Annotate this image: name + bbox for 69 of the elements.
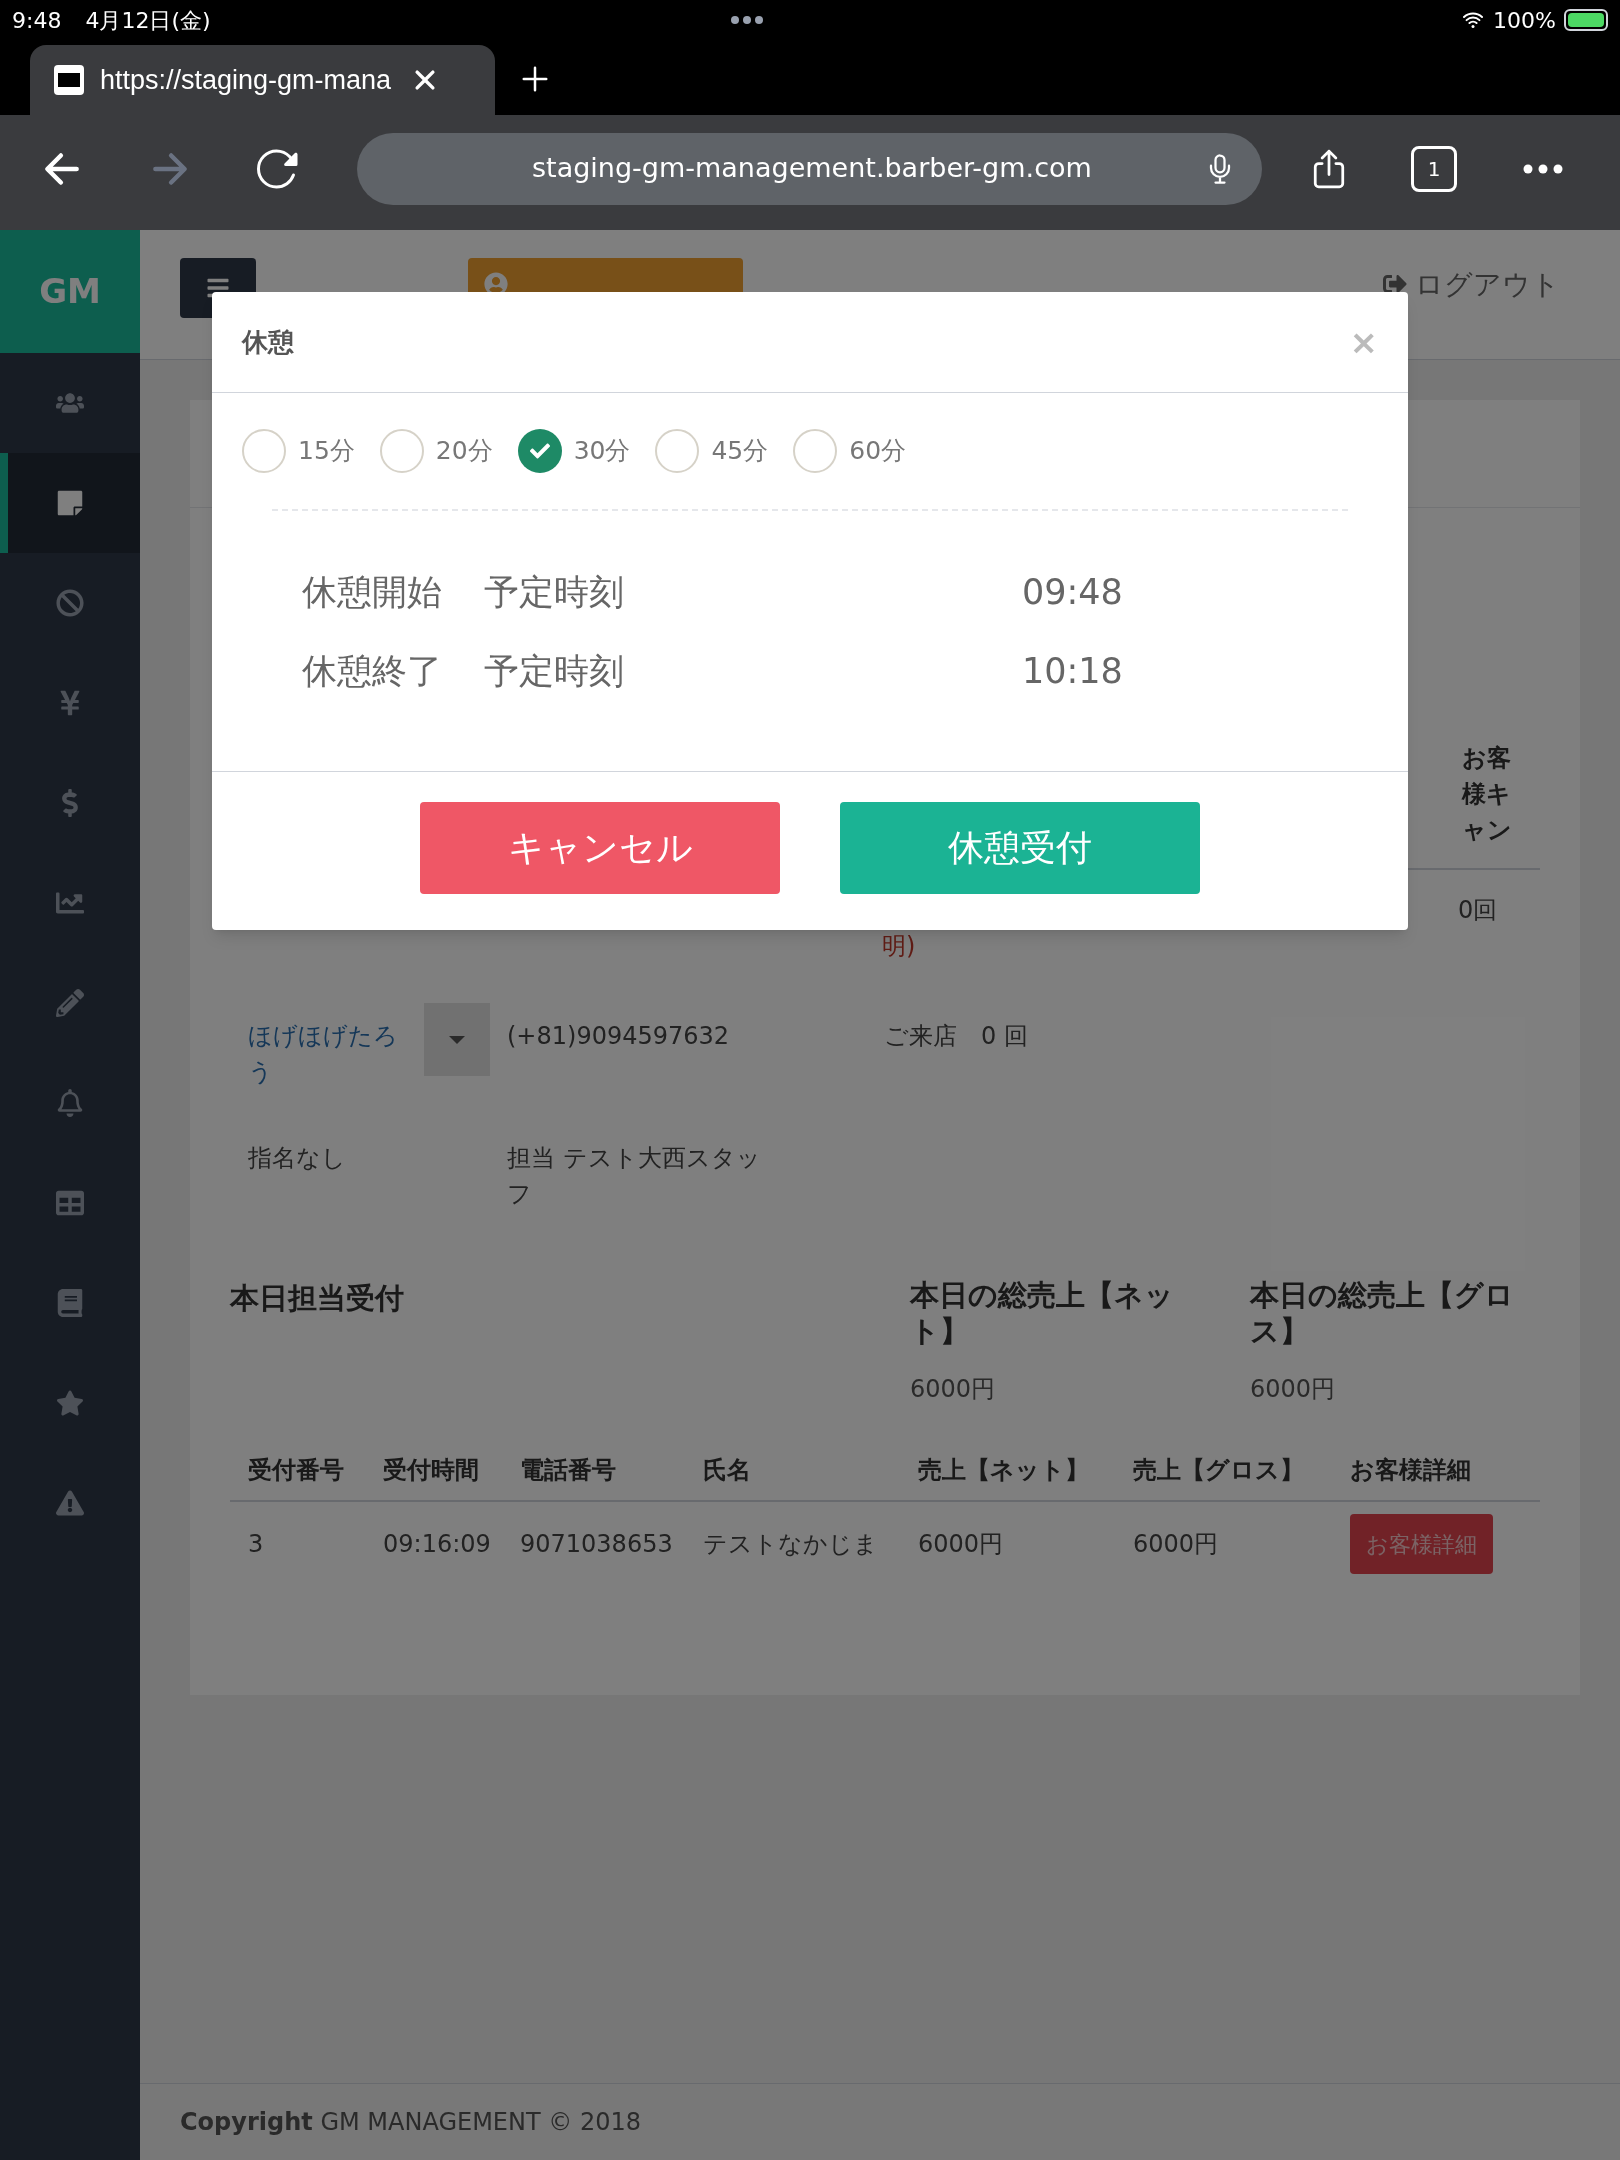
- browser-tab[interactable]: https://staging-gm-mana: [30, 45, 495, 115]
- tab-count-button[interactable]: 1: [1411, 145, 1457, 192]
- nomination-text: 指名なし: [248, 1143, 347, 1174]
- time-value: 09:48: [1022, 570, 1123, 614]
- visit-count: ご来店 0 回: [884, 1021, 1028, 1052]
- table-cell-text: 9071038653: [520, 1529, 674, 1560]
- table-cell-text: 3: [248, 1529, 265, 1560]
- radio-option[interactable]: 30分: [517, 429, 631, 473]
- time-label: 休憩開始: [302, 570, 443, 614]
- confirm-break-button[interactable]: 休憩受付: [840, 802, 1200, 894]
- column-header: お客様キャン: [1462, 743, 1513, 846]
- column-header: 売上【グロス】: [1133, 1455, 1305, 1486]
- bell-icon: [56, 1089, 84, 1117]
- time-sublabel: 予定時刻: [484, 649, 625, 693]
- radio-option[interactable]: 60分: [793, 429, 907, 473]
- time-value: 10:18: [1022, 649, 1123, 693]
- logout-link[interactable]: ログアウト: [1415, 264, 1560, 306]
- radio-option[interactable]: 15分: [242, 429, 355, 473]
- time-label: 休憩終了: [302, 649, 443, 693]
- dots-icon: [730, 16, 763, 24]
- column-header: 電話番号: [520, 1455, 617, 1486]
- radio-button[interactable]: [242, 429, 286, 473]
- table-cell-text: 0回: [1458, 895, 1499, 926]
- check-icon: [529, 441, 550, 461]
- table-cell-text: 6000円: [918, 1529, 1005, 1560]
- section-title: 本日担当受付: [230, 1280, 405, 1317]
- status-time: 9:48: [12, 6, 62, 35]
- site-favicon-icon: [54, 65, 84, 95]
- dialog-title: 休憩: [242, 325, 295, 359]
- book-icon: [56, 1289, 84, 1317]
- battery-icon: [1564, 9, 1608, 31]
- net-sales-value: 6000円: [910, 1374, 997, 1405]
- time-sublabel: 予定時刻: [484, 570, 625, 614]
- column-header: 売上【ネット】: [918, 1455, 1090, 1486]
- ban-icon: [56, 589, 84, 617]
- radio-button[interactable]: [655, 429, 700, 473]
- star-icon: [56, 1389, 84, 1417]
- gross-sales-value: 6000円: [1250, 1374, 1337, 1405]
- table-cell-text: 6000円: [1133, 1529, 1220, 1560]
- staff-text: 担当 テスト大西スタッフ: [507, 1143, 762, 1210]
- column-header: 受付番号: [248, 1455, 345, 1486]
- warning-icon: [56, 1489, 84, 1517]
- address-bar[interactable]: staging-gm-management.barber-gm.com: [357, 132, 1262, 205]
- table-cell-text: テストなかじま: [703, 1529, 879, 1560]
- radio-option[interactable]: 45分: [655, 429, 769, 473]
- column-header: 受付時間: [383, 1455, 480, 1486]
- radio-button[interactable]: [379, 429, 424, 473]
- pencil-icon: [56, 989, 84, 1017]
- battery-level: 100%: [1493, 6, 1556, 35]
- column-header: 氏名: [703, 1455, 752, 1486]
- copyright-text: Copyright GM MANAGEMENT © 2018: [180, 2107, 641, 2138]
- customer-name-link[interactable]: ほげほげたろう: [248, 1018, 398, 1090]
- net-sales-label: 本日の総売上【ネット】: [910, 1277, 1175, 1349]
- sidebar-item[interactable]: [0, 453, 140, 553]
- status-date: 4月12日(金): [85, 6, 211, 35]
- note-icon: [56, 489, 84, 517]
- column-header: お客様詳細: [1350, 1455, 1472, 1486]
- table-icon: [56, 1189, 84, 1217]
- caret-icon: [449, 1035, 465, 1044]
- table-cell-text: 09:16:09: [383, 1529, 492, 1560]
- radio-button[interactable]: [517, 429, 562, 473]
- cancel-button[interactable]: キャンセル: [420, 802, 780, 894]
- logo: GM: [39, 270, 101, 313]
- radio-option[interactable]: 20分: [379, 429, 493, 473]
- phone-number: (+81)9094597632: [507, 1021, 731, 1052]
- table-cell-text: 明): [882, 931, 917, 962]
- tab-title: https://staging-gm-mana: [100, 63, 392, 97]
- radio-button[interactable]: [793, 429, 838, 473]
- gross-sales-label: 本日の総売上【グロス】: [1250, 1277, 1515, 1349]
